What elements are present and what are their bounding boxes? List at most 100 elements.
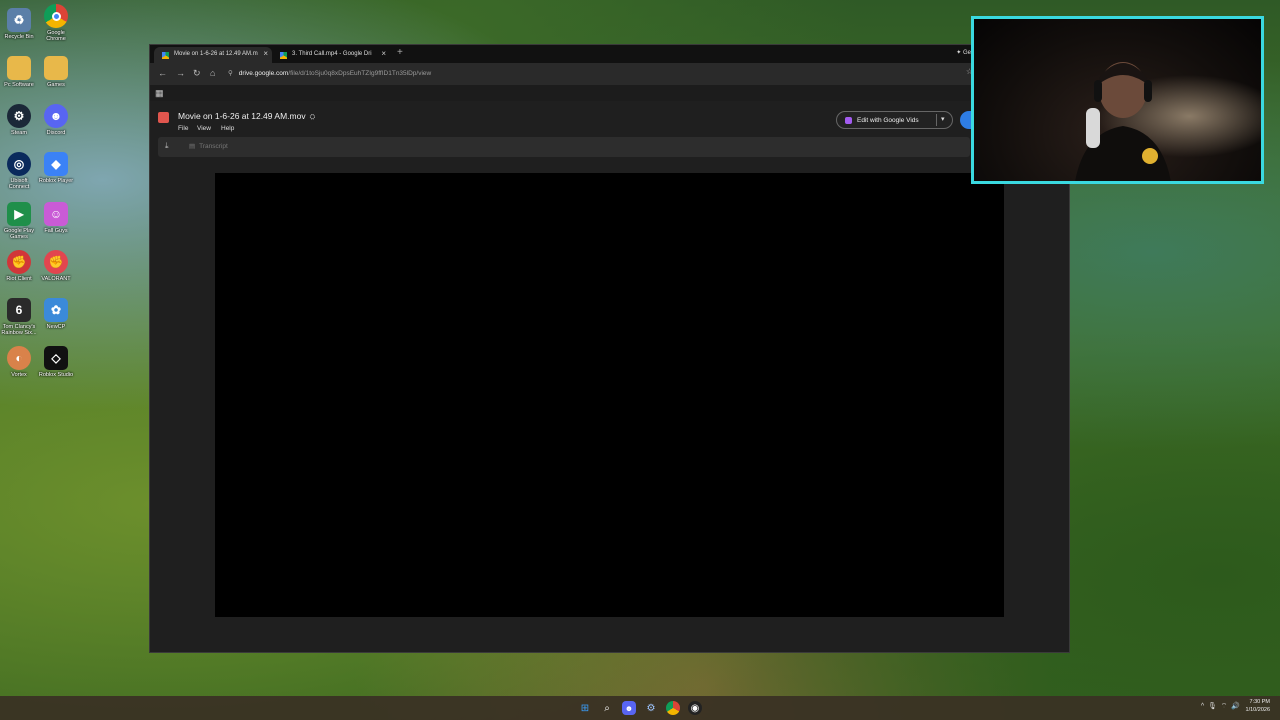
folder-icon: [44, 56, 68, 80]
bookmarks-bar: ▦: [150, 85, 1069, 101]
tab-partial-label: Ge: [962, 50, 971, 56]
desktop-icon-label: Recycle Bin: [4, 34, 34, 40]
google-drive-icon: [280, 52, 287, 59]
chevron-down-icon[interactable]: ▾: [941, 115, 945, 123]
edit-with-google-vids-button[interactable]: Edit with Google Vids ▾: [836, 111, 953, 129]
discord-icon[interactable]: ☻: [622, 701, 636, 715]
video-player[interactable]: [215, 173, 1004, 617]
desktop-icon-label: Games: [47, 82, 65, 88]
address-bar[interactable]: ⚲ drive.google.com/file/d/1toSju0q8xDpsEu…: [228, 66, 431, 77]
desktop-icon-newcp[interactable]: ✿ NewCP: [37, 298, 75, 330]
search-icon[interactable]: ⌕: [600, 701, 614, 715]
folder-icon: [7, 56, 31, 80]
menu-file[interactable]: File: [178, 125, 188, 132]
desktop-icon-label: Vortex: [11, 372, 27, 378]
taskbar: ⊞ ⌕ ☻ ⚙ ◉ ^ 🎙 ⌔ 🔊 7:30 PM 1/10/2026: [0, 696, 1280, 720]
desktop-icon-roblox-player[interactable]: ◆ Roblox Player: [37, 152, 75, 184]
transcript-icon: ▤: [189, 143, 196, 150]
desktop-icon-rainbow-six[interactable]: 6 Tom Clancy's Rainbow Six...: [0, 298, 38, 337]
chrome-icon[interactable]: [666, 701, 680, 715]
tab-third-call[interactable]: 3. Third Call.mp4 - Google Dri ×: [272, 47, 390, 63]
file-action-bar: ⤓ ▤ Transcript: [158, 137, 970, 157]
windows-start-icon[interactable]: ⊞: [578, 701, 592, 715]
discord-icon: ☻: [44, 104, 68, 128]
transcript-button[interactable]: ▤ Transcript: [189, 142, 228, 150]
desktop-icon-ubisoft[interactable]: ◎ Ubisoft Connect: [0, 152, 38, 191]
obs-icon[interactable]: ◉: [688, 701, 702, 715]
rainbow-six-icon: 6: [7, 298, 31, 322]
edit-button-label: Edit with Google Vids: [857, 117, 919, 124]
home-icon[interactable]: ⌂: [210, 68, 215, 78]
tab-movie[interactable]: Movie on 1-6-26 at 12.49 AM.m ×: [154, 47, 272, 63]
close-icon[interactable]: ×: [263, 49, 268, 58]
google-play-games-icon: ▶: [7, 202, 31, 226]
desktop-icon-pc-software[interactable]: Pc Software: [0, 56, 38, 88]
google-drive-icon: [162, 52, 169, 59]
steam-icon[interactable]: ⚙: [644, 701, 658, 715]
file-name: Movie on 1-6-26 at 12.49 AM.mov: [178, 111, 306, 121]
desktop-icon-riot-client[interactable]: ✊ Riot Client: [0, 250, 38, 282]
transcript-label: Transcript: [199, 143, 228, 150]
chrome-icon: [44, 4, 68, 28]
riot-client-icon: ✊: [7, 250, 31, 274]
tab-label: Movie on 1-6-26 at 12.49 AM.m: [174, 51, 258, 57]
vortex-icon: ◐: [7, 346, 31, 370]
desktop-icon-label: NewCP: [46, 324, 66, 330]
shared-icon: ⛭: [309, 114, 316, 121]
forward-icon[interactable]: →: [176, 68, 185, 78]
site-info-icon[interactable]: ⚲: [228, 70, 233, 77]
video-file-icon: [158, 112, 169, 123]
clock-date: 1/10/2026: [1245, 706, 1270, 713]
desktop-icon-valorant[interactable]: ✊ VALORANT: [37, 250, 75, 282]
desktop-icon-label: Discord: [46, 130, 66, 136]
document-title: Movie on 1-6-26 at 12.49 AM.mov ⛭: [178, 111, 315, 122]
desktop-icon-label: Tom Clancy's Rainbow Six...: [1, 324, 37, 337]
button-divider: [936, 114, 937, 126]
close-icon[interactable]: ×: [381, 49, 386, 58]
desktop-icon-google-play-games[interactable]: ▶ Google Play Games: [0, 202, 38, 241]
reload-icon[interactable]: ↻: [193, 68, 201, 79]
clock[interactable]: 7:30 PM 1/10/2026: [1246, 699, 1270, 714]
apps-grid-icon[interactable]: ▦: [155, 88, 164, 99]
desktop-icon-roblox-studio[interactable]: ◇ Roblox Studio: [37, 346, 75, 378]
newcp-icon: ✿: [44, 298, 68, 322]
menu-help[interactable]: Help: [221, 125, 234, 132]
desktop-icon-label: Ubisoft Connect: [8, 178, 30, 191]
valorant-icon: ✊: [44, 250, 68, 274]
browser-toolbar: ← → ↻ ⌂ ⚲ drive.google.com/file/d/1toSju0…: [150, 63, 1069, 85]
desktop-icon-games[interactable]: Games: [37, 56, 75, 88]
desktop-icon-label: Steam: [11, 130, 27, 136]
desktop-icon-vortex[interactable]: ◐ Vortex: [0, 346, 38, 378]
roblox-player-icon: ◆: [44, 152, 68, 176]
menu-view[interactable]: View: [197, 125, 211, 132]
url-path: /file/d/1toSju0q8xDpsEuhTZIg9ffID1Tn35lD…: [288, 70, 432, 77]
desktop-icon-discord[interactable]: ☻ Discord: [37, 104, 75, 136]
url-host: drive.google.com: [238, 70, 289, 77]
tab-partial[interactable]: ✦ Ge: [956, 49, 971, 56]
download-icon[interactable]: ⤓: [165, 141, 169, 151]
video-viewer: [150, 159, 1069, 652]
desktop-icon-label: Google Play Games: [4, 228, 34, 241]
drive-header: Movie on 1-6-26 at 12.49 AM.mov ⛭ File Vi…: [150, 101, 1069, 159]
desktop-icon-label: Roblox Player: [38, 178, 74, 184]
webcam-overlay: [971, 16, 1264, 184]
streamer-silhouette: [1075, 62, 1171, 181]
google-vids-icon: [845, 117, 852, 124]
new-tab-button[interactable]: +: [397, 47, 403, 58]
browser-window: Movie on 1-6-26 at 12.49 AM.m × 3. Third…: [149, 44, 1070, 653]
tab-bar: Movie on 1-6-26 at 12.49 AM.m × 3. Third…: [150, 45, 1069, 63]
clock-time: 7:30 PM: [1249, 699, 1270, 705]
recycle-bin-icon: ♻: [7, 8, 31, 32]
desktop-icon-fall-guys[interactable]: ☺ Fall Guys: [37, 202, 75, 234]
desktop-icon-steam[interactable]: ⚙ Steam: [0, 104, 38, 136]
fall-guys-icon: ☺: [44, 202, 68, 226]
desktop-icon-label: Google Chrome: [46, 30, 66, 43]
desktop-icon-chrome[interactable]: Google Chrome: [37, 4, 75, 43]
roblox-studio-icon: ◇: [44, 346, 68, 370]
desktop-icon-recycle-bin[interactable]: ♻ Recycle Bin: [0, 8, 38, 40]
back-icon[interactable]: ←: [158, 68, 167, 78]
desktop-icon-label: VALORANT: [41, 276, 71, 282]
system-tray[interactable]: ^ 🎙 ⌔ 🔊: [1201, 702, 1240, 711]
desktop-icon-label: Roblox Studio: [38, 372, 74, 378]
ubisoft-icon: ◎: [7, 152, 31, 176]
